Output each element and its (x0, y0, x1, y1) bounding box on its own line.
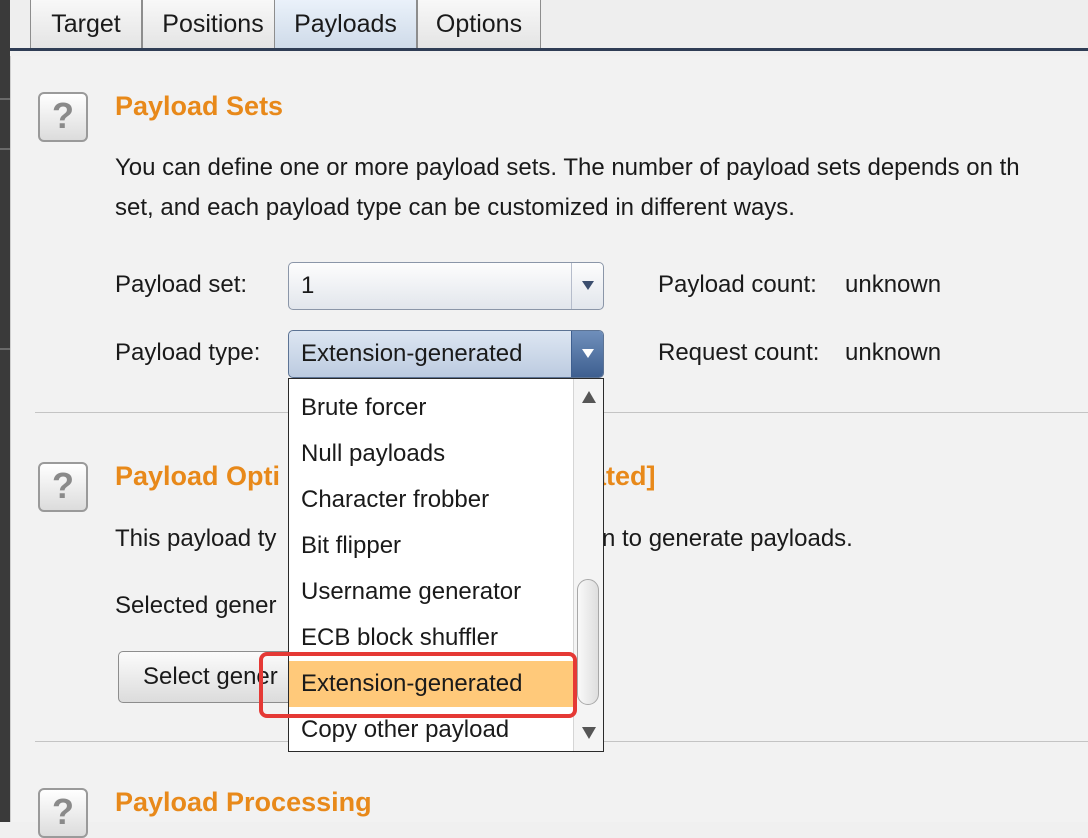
help-icon[interactable]: ? (38, 92, 88, 142)
payload-type-select[interactable]: Extension-generated (288, 330, 604, 378)
dropdown-scrollbar[interactable] (573, 379, 603, 751)
option-null-payloads[interactable]: Null payloads (289, 431, 573, 477)
option-character-frobber[interactable]: Character frobber (289, 477, 573, 523)
scrollbar-thumb[interactable] (577, 579, 599, 705)
payload-options-heading: Payload Opti (115, 461, 281, 491)
tab-underline (10, 48, 1088, 51)
strip-marker (0, 98, 10, 100)
strip-marker (0, 348, 10, 350)
payload-set-value: 1 (301, 272, 315, 299)
tab-options[interactable]: Options (417, 0, 541, 48)
option-brute-forcer[interactable]: Brute forcer (289, 385, 573, 431)
tab-positions[interactable]: Positions (142, 0, 284, 48)
scroll-up-icon[interactable] (582, 391, 596, 403)
request-count-value: unknown (845, 339, 942, 366)
dropdown-button[interactable] (571, 263, 603, 309)
payload-count-value: unknown (845, 271, 942, 298)
payload-type-label: Payload type: (115, 339, 261, 366)
payload-count-label: Payload count: (658, 271, 817, 298)
tab-payloads[interactable]: Payloads (274, 0, 417, 48)
selected-generator-label: Selected gener (115, 592, 277, 619)
payload-sets-description: You can define one or more payload sets.… (115, 154, 1020, 181)
annotation-highlight-box (259, 652, 577, 718)
payload-sets-description-cont: set, and each payload type can be custom… (115, 194, 795, 221)
option-username-generator[interactable]: Username generator (289, 569, 573, 615)
option-bit-flipper[interactable]: Bit flipper (289, 523, 573, 569)
chevron-down-icon (582, 281, 594, 290)
scroll-down-icon[interactable] (582, 727, 596, 739)
payload-sets-heading: Payload Sets (115, 91, 284, 121)
left-window-strip (0, 0, 10, 822)
payload-options-description-end: n to generate payloads. (602, 525, 853, 552)
payload-options-description: This payload ty (115, 525, 277, 552)
chevron-down-icon (582, 349, 594, 358)
payload-processing-heading: Payload Processing (115, 787, 372, 817)
payload-set-select[interactable]: 1 (288, 262, 604, 310)
request-count-label: Request count: (658, 339, 820, 366)
help-icon[interactable]: ? (38, 462, 88, 512)
payload-set-label: Payload set: (115, 271, 248, 298)
dropdown-button[interactable] (571, 331, 603, 377)
tab-bar: Target Positions Payloads Options (10, 0, 1088, 50)
strip-marker (0, 148, 10, 150)
payload-type-value: Extension-generated (301, 340, 523, 367)
help-icon[interactable]: ? (38, 788, 88, 838)
tab-target[interactable]: Target (30, 0, 142, 48)
